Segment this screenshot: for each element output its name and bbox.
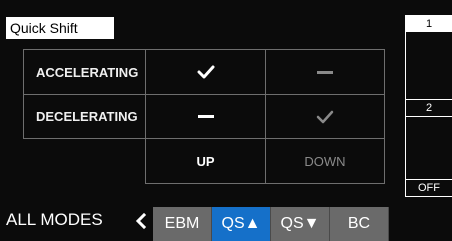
dash-icon (197, 115, 214, 118)
tab-bc[interactable]: BC (330, 207, 389, 241)
all-modes-label: ALL MODES (6, 210, 103, 229)
accelerating-up-cell[interactable] (145, 49, 266, 95)
quick-shift-table: ACCELERATING DECELERATING UP DOWN (23, 49, 385, 184)
tab-ebm[interactable]: EBM (153, 207, 212, 241)
dash-icon (317, 70, 333, 74)
chevron-left-icon[interactable] (134, 212, 148, 230)
check-icon (197, 65, 214, 79)
tab-qs-up[interactable]: QS▲ (212, 207, 271, 241)
row-label-accelerating: ACCELERATING (23, 49, 146, 95)
decelerating-up-cell[interactable] (145, 94, 266, 139)
level-2-tag[interactable]: 2 (406, 100, 452, 116)
row-label-decelerating: DECELERATING (23, 94, 146, 139)
accelerating-down-cell[interactable] (265, 49, 385, 95)
page-title: Quick Shift (6, 17, 114, 39)
tab-qs-down[interactable]: QS▼ (271, 207, 330, 241)
column-up[interactable]: UP (145, 138, 266, 184)
level-scale: 1 2 OFF (405, 15, 452, 197)
check-icon (316, 110, 334, 123)
level-off-tag[interactable]: OFF (406, 180, 452, 196)
decelerating-down-cell[interactable] (265, 94, 385, 139)
level-1-tag[interactable]: 1 (406, 16, 452, 32)
column-down[interactable]: DOWN (265, 138, 385, 184)
level-divider (406, 116, 452, 117)
